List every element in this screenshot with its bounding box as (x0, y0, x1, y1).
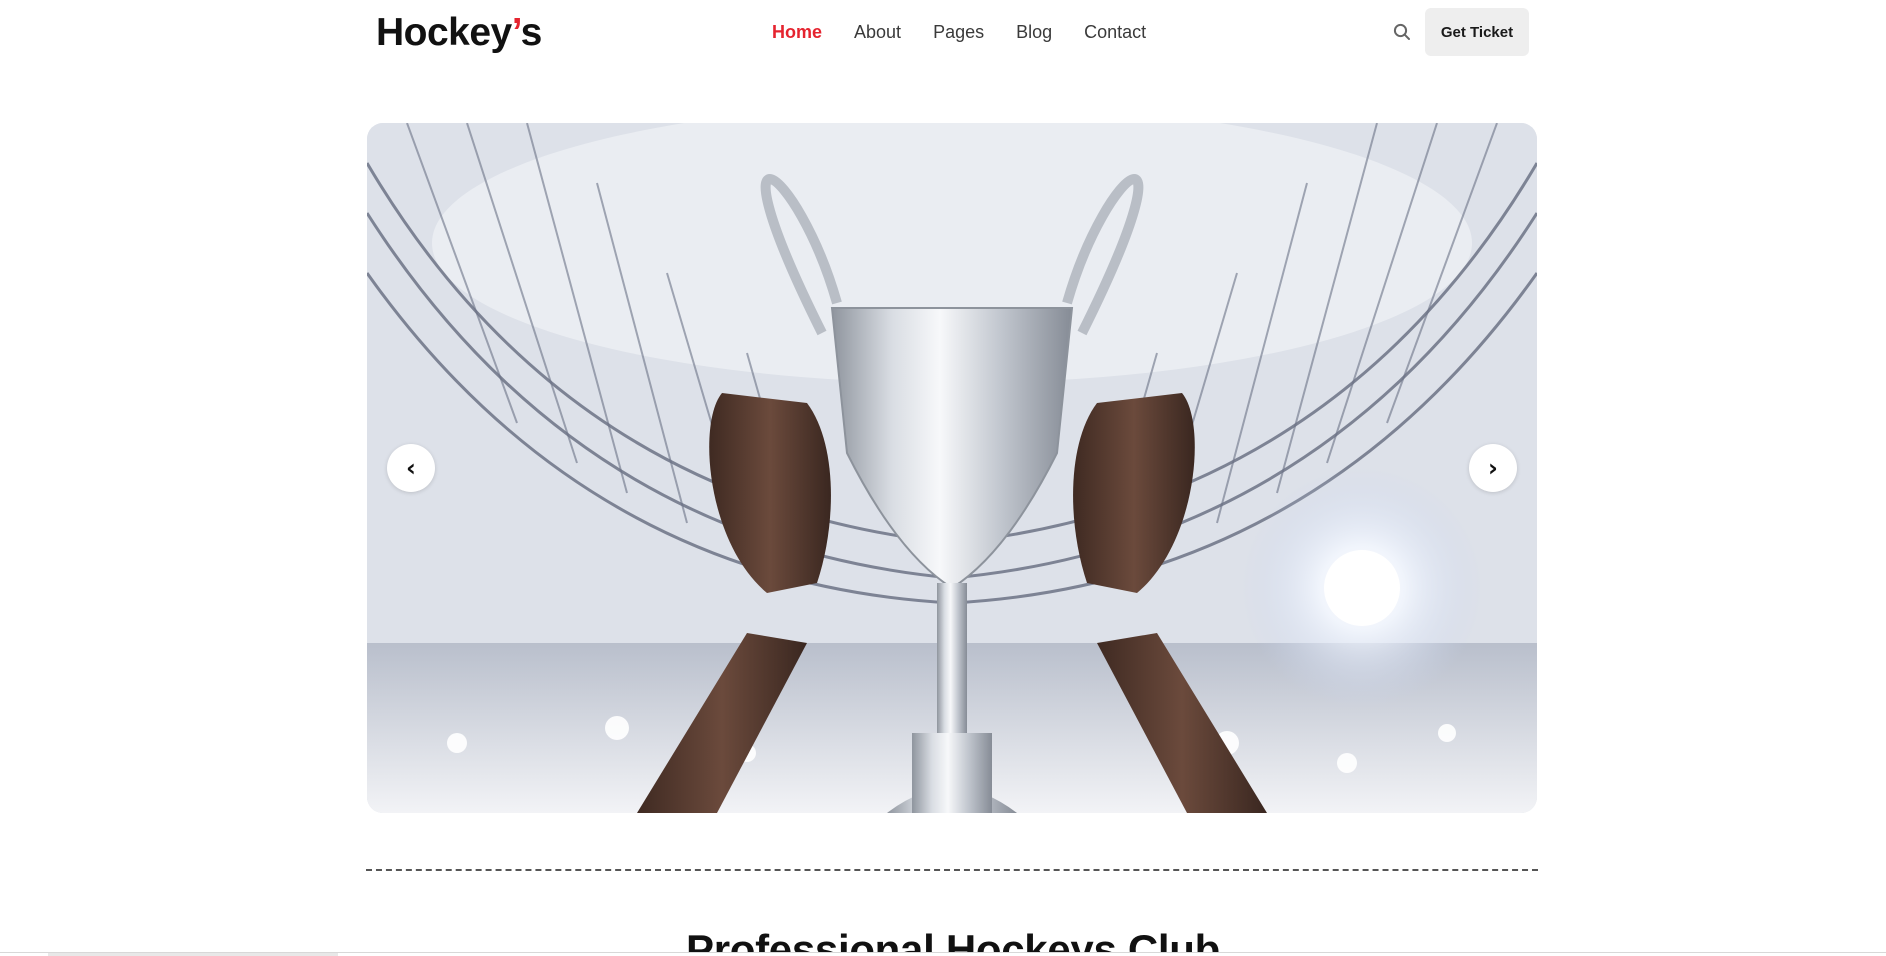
slider-prev-button[interactable]: ‹ (387, 444, 435, 492)
nav-item-contact[interactable]: Contact (1084, 20, 1146, 44)
search-button[interactable] (1390, 20, 1414, 44)
page: Hockey’s Home About Pages Blog Contact G… (0, 0, 1886, 956)
get-ticket-button[interactable]: Get Ticket (1425, 8, 1529, 56)
slider-next-button[interactable]: › (1469, 444, 1517, 492)
site-header: Hockey’s Home About Pages Blog Contact G… (366, 0, 1534, 64)
nav-item-home[interactable]: Home (772, 20, 822, 44)
dashed-divider (366, 869, 1538, 871)
logo-text-main: Hockey (376, 11, 512, 54)
nav-item-about[interactable]: About (854, 20, 901, 44)
nav-item-pages[interactable]: Pages (933, 20, 984, 44)
search-icon (1393, 23, 1410, 40)
main-nav: Home About Pages Blog Contact (772, 20, 1178, 44)
hero-slider: ‹ › (367, 123, 1537, 813)
logo-text-end: s (520, 11, 543, 54)
site-logo[interactable]: Hockey’s (376, 10, 542, 56)
logo-apostrophe: ’ (511, 11, 521, 54)
hero-image (367, 123, 1537, 813)
nav-item-blog[interactable]: Blog (1016, 20, 1052, 44)
